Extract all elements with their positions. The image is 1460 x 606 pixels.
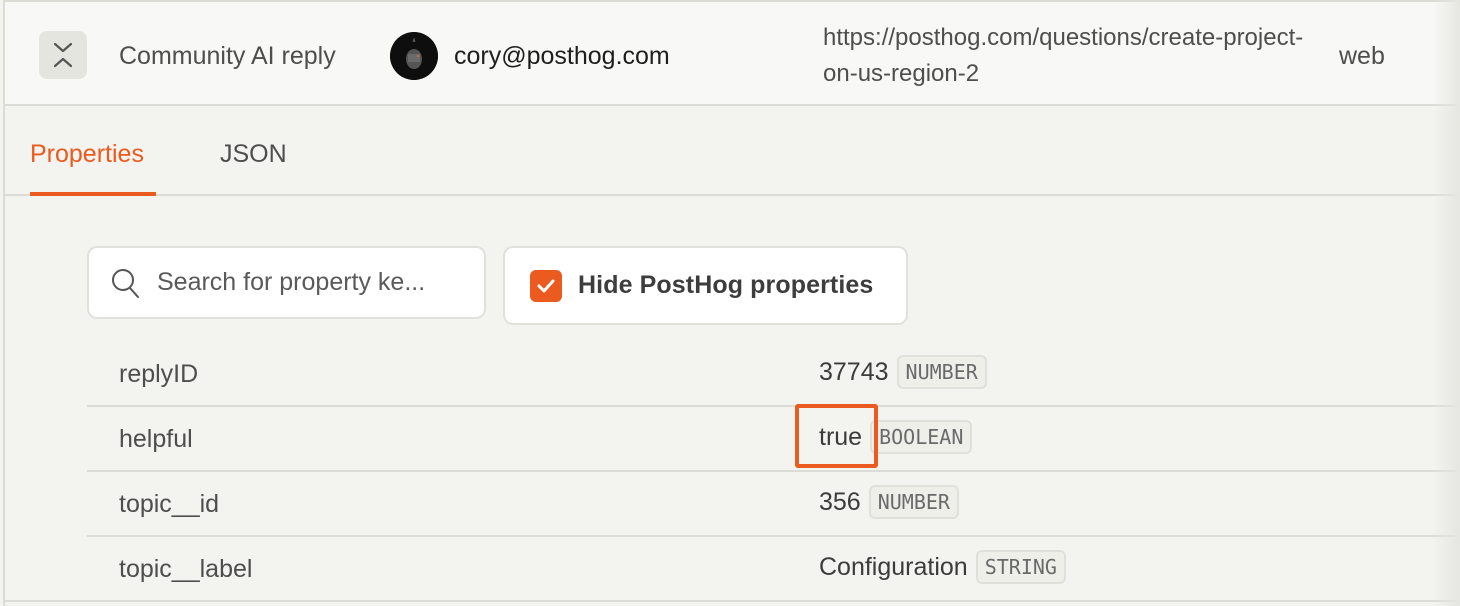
collapse-chevrons-icon — [53, 42, 73, 68]
property-type-badge: NUMBER — [868, 485, 959, 519]
property-key: helpful — [119, 425, 193, 453]
property-type-badge: BOOLEAN — [870, 420, 973, 454]
hide-posthog-checkbox[interactable] — [530, 269, 562, 302]
avatar-image-icon — [390, 32, 438, 80]
tab-json[interactable]: JSON — [220, 140, 287, 169]
property-key: topic__label — [119, 555, 253, 583]
property-type-badge: STRING — [975, 550, 1066, 584]
tab-properties[interactable]: Properties — [30, 140, 144, 169]
property-type-badge: NUMBER — [896, 355, 987, 389]
event-detail-panel: Community AI reply cory@posthog.com http… — [3, 0, 1460, 606]
property-value[interactable]: Configuration — [819, 553, 968, 582]
property-value[interactable]: 356 — [819, 488, 861, 517]
property-key: topic__id — [119, 490, 220, 518]
event-library: web — [1339, 42, 1385, 70]
property-search-input[interactable] — [157, 268, 477, 297]
checkmark-icon — [537, 279, 555, 292]
collapse-row-button[interactable] — [39, 31, 87, 79]
person-avatar[interactable] — [390, 32, 438, 80]
properties-table: replyID 37743 NUMBER helpful true BOOLEA… — [87, 342, 1457, 602]
search-icon — [112, 268, 139, 298]
event-name: Community AI reply — [119, 42, 336, 70]
event-url: https://posthog.com/questions/create-pro… — [823, 24, 1304, 87]
hide-posthog-label: Hide PostHog properties — [578, 271, 874, 299]
table-row: topic__label Configuration STRING — [87, 537, 1457, 602]
hide-posthog-properties-toggle[interactable]: Hide PostHog properties — [503, 246, 908, 325]
divider — [5, 600, 1457, 602]
event-row[interactable]: Community AI reply cory@posthog.com http… — [5, 2, 1457, 106]
property-search-box[interactable] — [87, 246, 486, 319]
property-value[interactable]: true — [819, 423, 862, 452]
table-row: replyID 37743 NUMBER — [87, 342, 1457, 407]
person-email[interactable]: cory@posthog.com — [454, 42, 670, 71]
property-value[interactable]: 37743 — [819, 358, 889, 387]
property-key: replyID — [119, 360, 199, 388]
active-tab-indicator — [30, 192, 156, 196]
detail-tabs: Properties JSON — [5, 106, 1457, 196]
table-row: helpful true BOOLEAN — [87, 407, 1457, 472]
table-row: topic__id 356 NUMBER — [87, 472, 1457, 537]
